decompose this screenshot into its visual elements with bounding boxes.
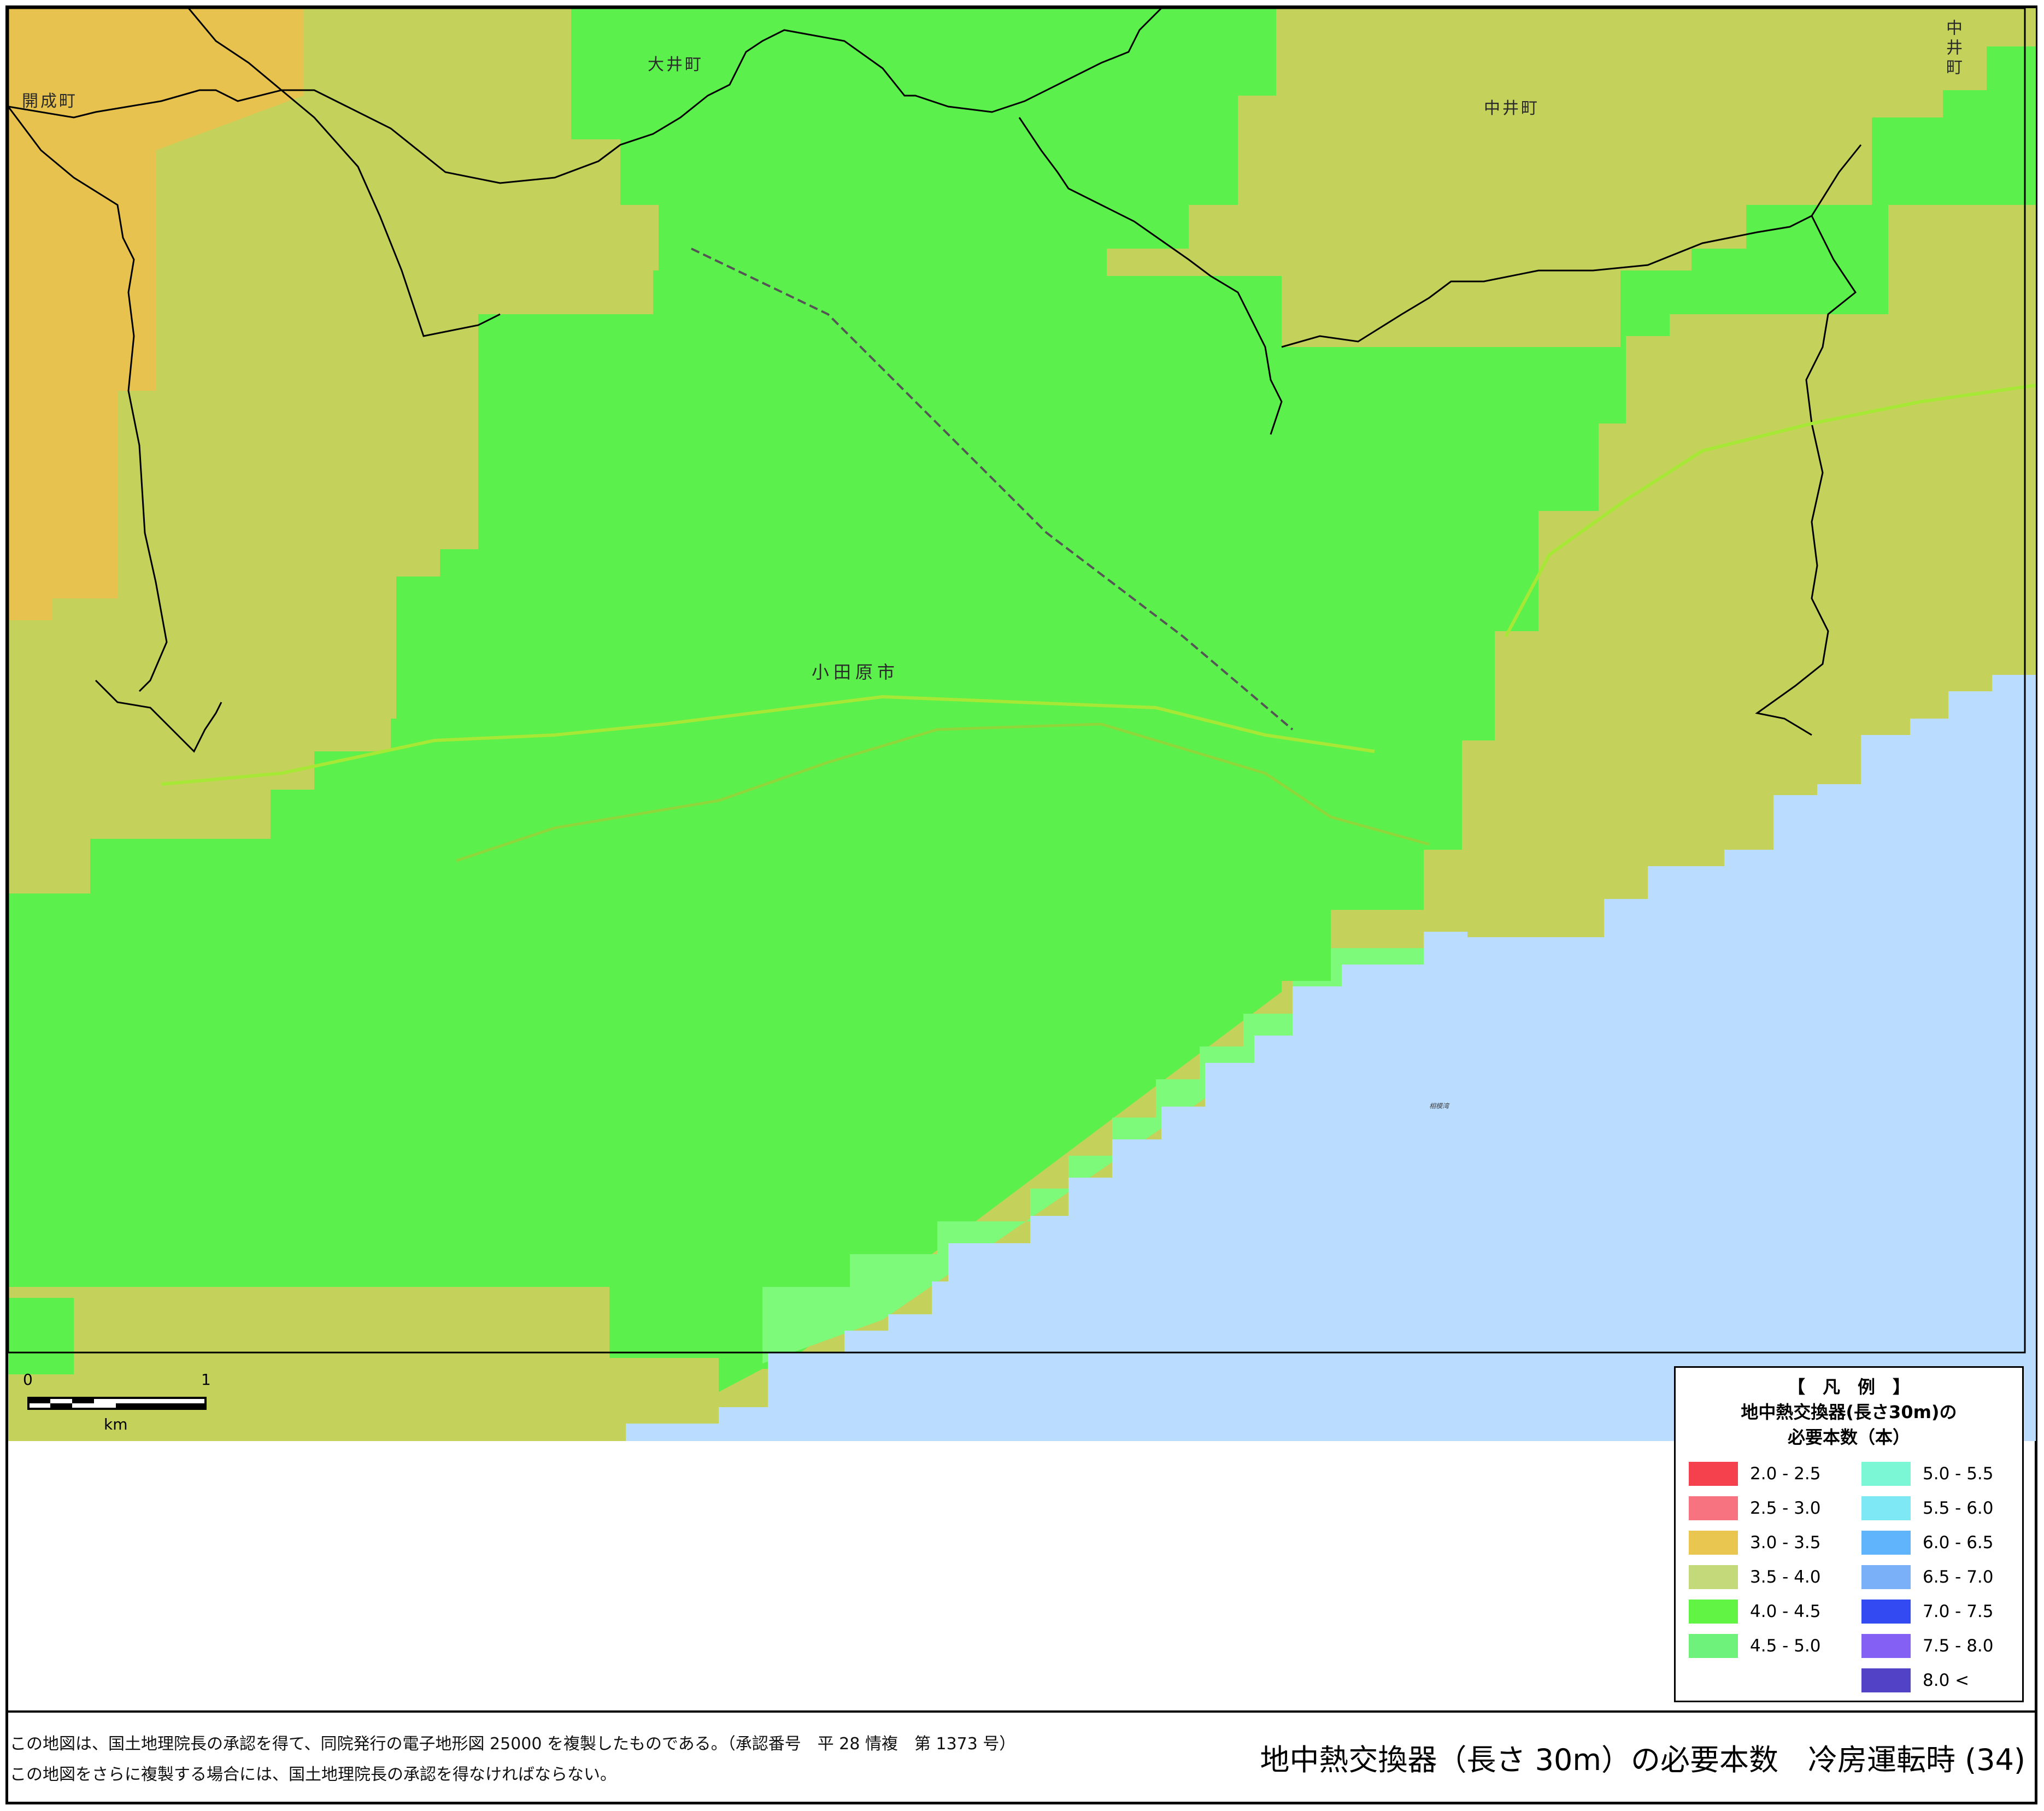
legend-item: 3.5 - 4.0	[1689, 1565, 1821, 1589]
legend-swatch	[1861, 1531, 1911, 1555]
legend-swatch	[1689, 1462, 1738, 1486]
legend-item: 6.5 - 7.0	[1861, 1565, 1994, 1589]
footer-divider	[8, 1710, 2036, 1713]
legend-item: 7.0 - 7.5	[1861, 1600, 1994, 1624]
copyright-note-1: この地図は、国土地理院長の承認を得て、同院発行の電子地形図 25000 を複製し…	[10, 1734, 1016, 1754]
place-kaisei: 開成町	[22, 92, 78, 111]
legend-swatch	[1861, 1600, 1911, 1624]
legend-item: 5.0 - 5.5	[1861, 1462, 1994, 1486]
map-title: 地中熱交換器（長さ 30m）の必要本数 冷房運転時 (34)	[1260, 1743, 2026, 1777]
map-area[interactable]: 開成町 大井町 中井町 中井町 小田原市 相模湾	[8, 8, 2036, 1441]
scale-one: 1	[201, 1371, 211, 1389]
legend-range-label: 2.5 - 3.0	[1750, 1498, 1821, 1518]
legend-swatch	[1689, 1531, 1738, 1555]
legend-range-label: 3.0 - 3.5	[1750, 1533, 1821, 1553]
legend-swatch	[1689, 1496, 1738, 1520]
legend-item: 5.5 - 6.0	[1861, 1496, 1994, 1520]
legend-range-label: 8.0 <	[1923, 1671, 1970, 1690]
legend-swatch	[1861, 1462, 1911, 1486]
legend-swatch	[1861, 1634, 1911, 1658]
legend-swatch	[1861, 1565, 1911, 1589]
legend-range-label: 4.5 - 5.0	[1750, 1636, 1821, 1656]
legend-subtitle-2: 必要本数（本）	[1787, 1427, 1910, 1448]
legend-range-label: 6.5 - 7.0	[1923, 1567, 1994, 1587]
legend-range-label: 7.5 - 8.0	[1923, 1636, 1994, 1656]
place-nakai-vertical: 中井町	[1943, 19, 1962, 78]
legend-item: 4.5 - 5.0	[1689, 1634, 1821, 1658]
place-nakai: 中井町	[1484, 99, 1540, 118]
legend: 【 凡 例 】 地中熱交換器(長さ30m)の 必要本数（本） 2.0 - 2.5…	[1674, 1366, 2024, 1702]
legend-swatch	[1861, 1496, 1911, 1520]
legend-range-label: 6.0 - 6.5	[1923, 1533, 1994, 1553]
legend-range-label: 5.5 - 6.0	[1923, 1498, 1994, 1518]
scale-bar-graphic	[27, 1397, 207, 1410]
legend-item: 8.0 <	[1861, 1668, 1969, 1692]
place-oi: 大井町	[648, 55, 703, 74]
legend-swatch	[1689, 1634, 1738, 1658]
legend-item: 3.0 - 3.5	[1689, 1531, 1821, 1555]
legend-item: 2.0 - 2.5	[1689, 1462, 1821, 1486]
map-canvas	[8, 8, 2036, 1441]
place-odawara: 小田原市	[812, 662, 900, 683]
legend-range-label: 7.0 - 7.5	[1923, 1602, 1994, 1621]
scale-unit: km	[104, 1415, 128, 1433]
legend-range-label: 4.0 - 4.5	[1750, 1602, 1821, 1621]
legend-swatch	[1689, 1600, 1738, 1624]
legend-subtitle-1: 地中熱交換器(長さ30m)の	[1741, 1402, 1957, 1422]
legend-item: 6.0 - 6.5	[1861, 1531, 1994, 1555]
legend-swatch	[1689, 1565, 1738, 1589]
legend-item: 4.0 - 4.5	[1689, 1600, 1821, 1624]
legend-item: 2.5 - 3.0	[1689, 1496, 1821, 1520]
scale-zero: 0	[23, 1371, 33, 1389]
legend-title: 【 凡 例 】	[1787, 1377, 1910, 1397]
scale-bar: 0 1 km	[23, 1371, 213, 1436]
legend-item: 7.5 - 8.0	[1861, 1634, 1994, 1658]
legend-range-label: 3.5 - 4.0	[1750, 1567, 1821, 1587]
legend-swatch	[1861, 1668, 1911, 1692]
legend-range-label: 5.0 - 5.5	[1923, 1464, 1994, 1484]
legend-range-label: 2.0 - 2.5	[1750, 1464, 1821, 1484]
place-sagami-bay: 相模湾	[1429, 1102, 1449, 1110]
copyright-note-2: この地図をさらに複製する場合には、国土地理院長の承認を得なければならない。	[10, 1765, 616, 1784]
